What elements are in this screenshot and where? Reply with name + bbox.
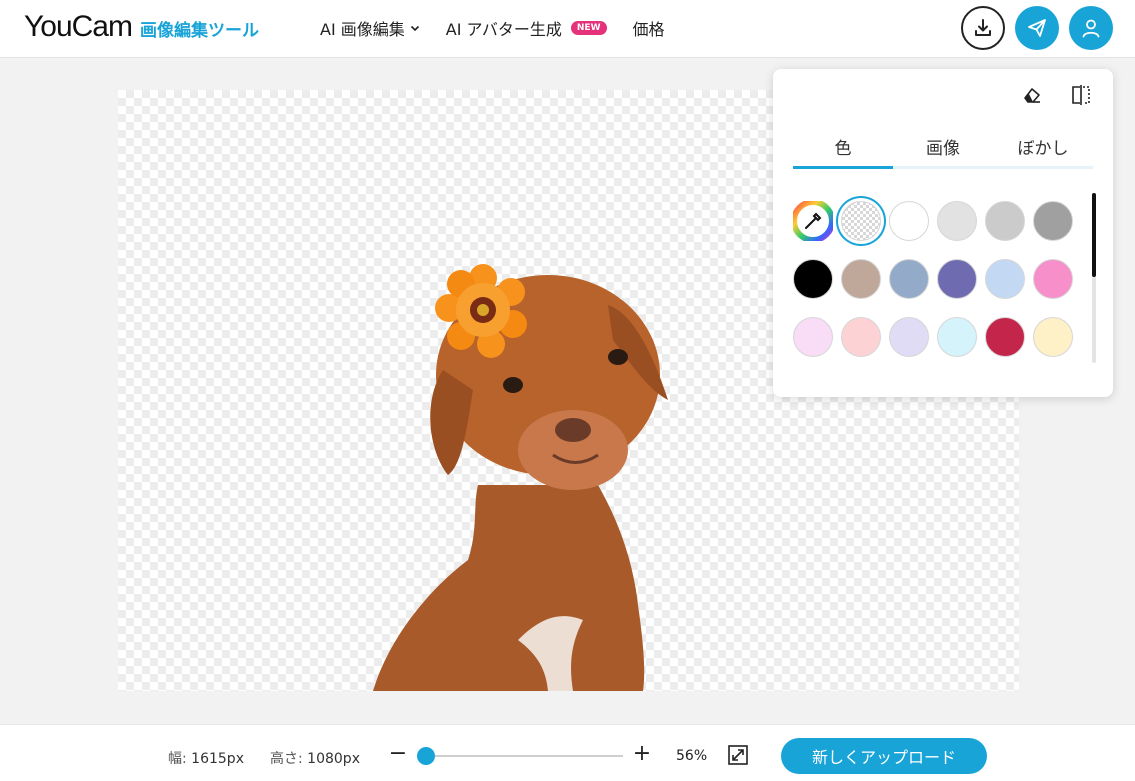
panel-tabs: 色 画像 ぼかし xyxy=(793,129,1093,169)
image-height: 高さ: 1080px xyxy=(270,748,360,768)
zoom-slider-thumb[interactable] xyxy=(417,747,435,765)
zoom-out-button[interactable]: − xyxy=(388,741,408,766)
height-value: 1080px xyxy=(307,751,360,767)
color-swatch[interactable] xyxy=(889,259,929,299)
width-value: 1615px xyxy=(191,751,244,767)
brand[interactable]: YouCam 画像編集ツール xyxy=(24,10,259,44)
nav-item-pricing[interactable]: 価格 xyxy=(633,16,665,40)
download-button[interactable] xyxy=(961,6,1005,50)
eyedropper-icon xyxy=(791,199,835,243)
color-swatch[interactable] xyxy=(889,317,929,357)
width-label: 幅: xyxy=(168,751,187,767)
color-swatch[interactable] xyxy=(793,317,833,357)
tab-image[interactable]: 画像 xyxy=(893,129,993,166)
send-icon xyxy=(1028,19,1046,37)
logo[interactable]: YouCam xyxy=(24,10,133,44)
zoom-in-button[interactable]: + xyxy=(632,741,652,766)
image-width: 幅: 1615px xyxy=(168,748,244,768)
color-swatch[interactable] xyxy=(1033,317,1073,357)
fit-screen-button[interactable] xyxy=(727,744,749,766)
scrollbar-thumb[interactable] xyxy=(1092,193,1096,277)
puppy-cutout-image xyxy=(373,264,668,691)
nav-item-label: AI アバター生成 xyxy=(445,20,562,39)
tagline[interactable]: 画像編集ツール xyxy=(140,16,259,41)
new-badge: NEW xyxy=(570,21,607,35)
nav-item-label: AI 画像編集 xyxy=(320,20,405,39)
color-swatch[interactable] xyxy=(985,259,1025,299)
top-header: YouCam 画像編集ツール AI 画像編集 AI アバター生成 NEW 価格 xyxy=(0,0,1135,58)
color-swatch[interactable] xyxy=(841,259,881,299)
zoom-slider[interactable] xyxy=(417,747,623,765)
color-swatch[interactable] xyxy=(889,201,929,241)
account-button[interactable] xyxy=(1069,6,1113,50)
nav-item-ai-image-edit[interactable]: AI 画像編集 xyxy=(320,16,420,40)
color-picker-swatch[interactable] xyxy=(791,199,835,243)
color-swatch[interactable] xyxy=(985,317,1025,357)
nav-item-label: 価格 xyxy=(632,20,665,39)
zoom-percentage: 56% xyxy=(676,748,708,764)
color-swatch[interactable] xyxy=(841,317,881,357)
compare-button[interactable] xyxy=(1069,83,1093,107)
download-icon xyxy=(975,19,991,36)
background-panel: 色 画像 ぼかし xyxy=(773,69,1113,397)
color-swatch[interactable] xyxy=(793,259,833,299)
nav-item-ai-avatar[interactable]: AI アバター生成 NEW xyxy=(446,16,607,40)
color-swatch[interactable] xyxy=(937,259,977,299)
expand-icon xyxy=(728,745,748,765)
transparent-swatch[interactable] xyxy=(841,201,881,241)
color-swatch[interactable] xyxy=(1033,201,1073,241)
color-swatch-grid xyxy=(791,199,1083,357)
chevron-down-icon xyxy=(410,25,419,32)
new-upload-button[interactable]: 新しくアップロード xyxy=(781,738,987,774)
panel-scrollbar[interactable] xyxy=(1092,193,1096,363)
color-swatch[interactable] xyxy=(937,201,977,241)
tab-color[interactable]: 色 xyxy=(793,129,893,169)
tab-blur[interactable]: ぼかし xyxy=(993,129,1093,166)
eraser-icon xyxy=(1024,88,1040,103)
color-swatch[interactable] xyxy=(1033,259,1073,299)
color-swatch[interactable] xyxy=(937,317,977,357)
color-swatch[interactable] xyxy=(985,201,1025,241)
height-label: 高さ: xyxy=(270,751,303,767)
eraser-button[interactable] xyxy=(1020,83,1044,107)
user-icon xyxy=(1082,19,1100,38)
bottom-toolbar: 幅: 1615px 高さ: 1080px − + 56% 新しくアップロード xyxy=(0,724,1135,781)
share-button[interactable] xyxy=(1015,6,1059,50)
compare-icon xyxy=(1072,85,1090,105)
main-nav: AI 画像編集 AI アバター生成 NEW 価格 xyxy=(320,16,691,40)
